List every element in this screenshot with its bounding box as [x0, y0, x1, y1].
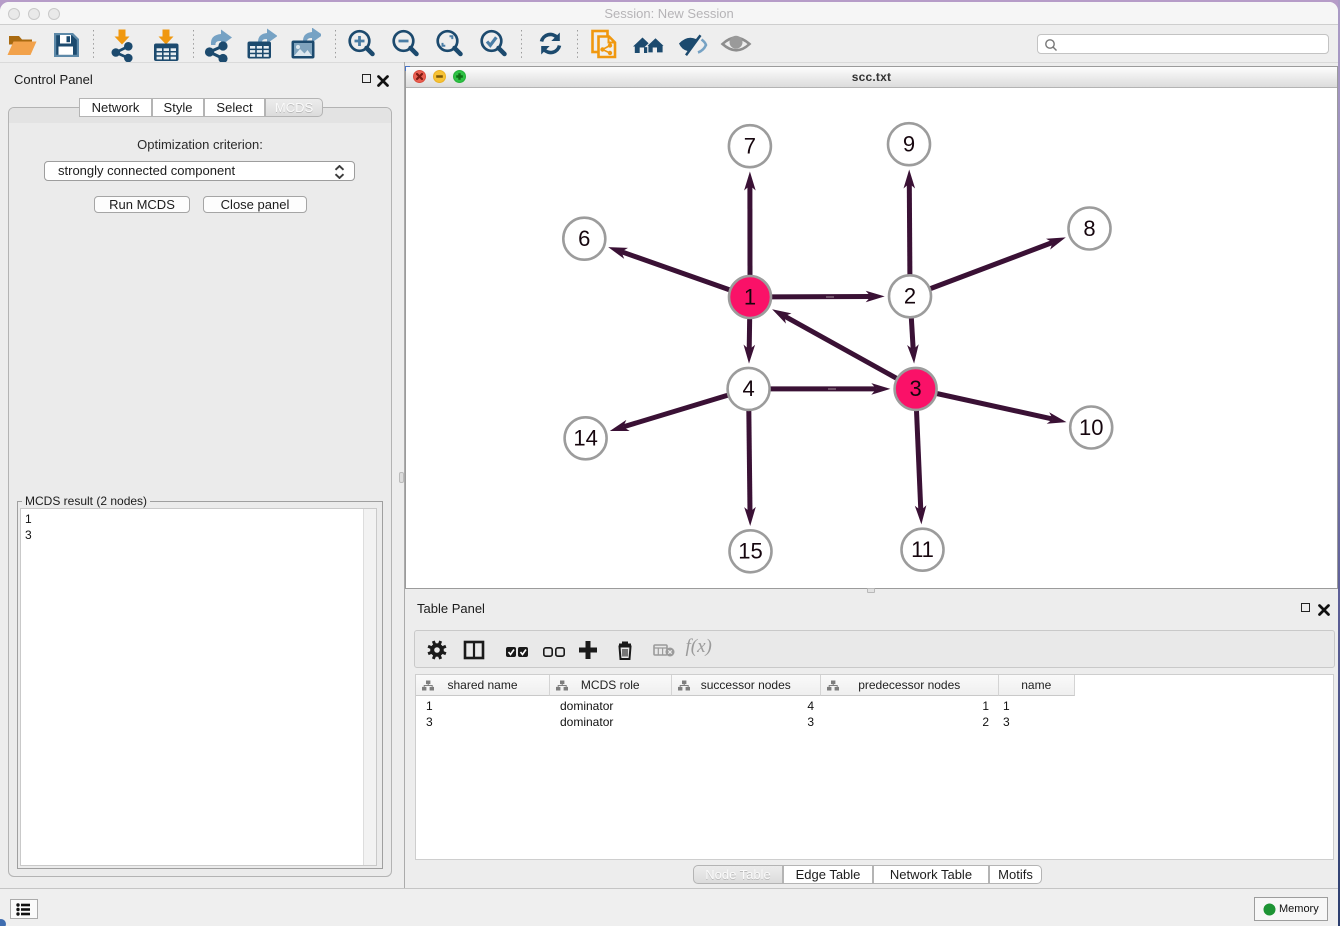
svg-text:6: 6	[578, 226, 590, 251]
svg-text:1: 1	[744, 284, 756, 309]
svg-text:11: 11	[911, 537, 934, 562]
svg-text:4: 4	[742, 376, 754, 401]
svg-text:3: 3	[909, 376, 921, 401]
svg-text:15: 15	[738, 539, 762, 564]
svg-text:8: 8	[1083, 216, 1095, 241]
svg-text:7: 7	[744, 134, 756, 159]
svg-text:9: 9	[903, 132, 915, 157]
svg-text:10: 10	[1079, 415, 1103, 440]
svg-text:14: 14	[573, 426, 597, 451]
svg-text:2: 2	[904, 284, 916, 309]
